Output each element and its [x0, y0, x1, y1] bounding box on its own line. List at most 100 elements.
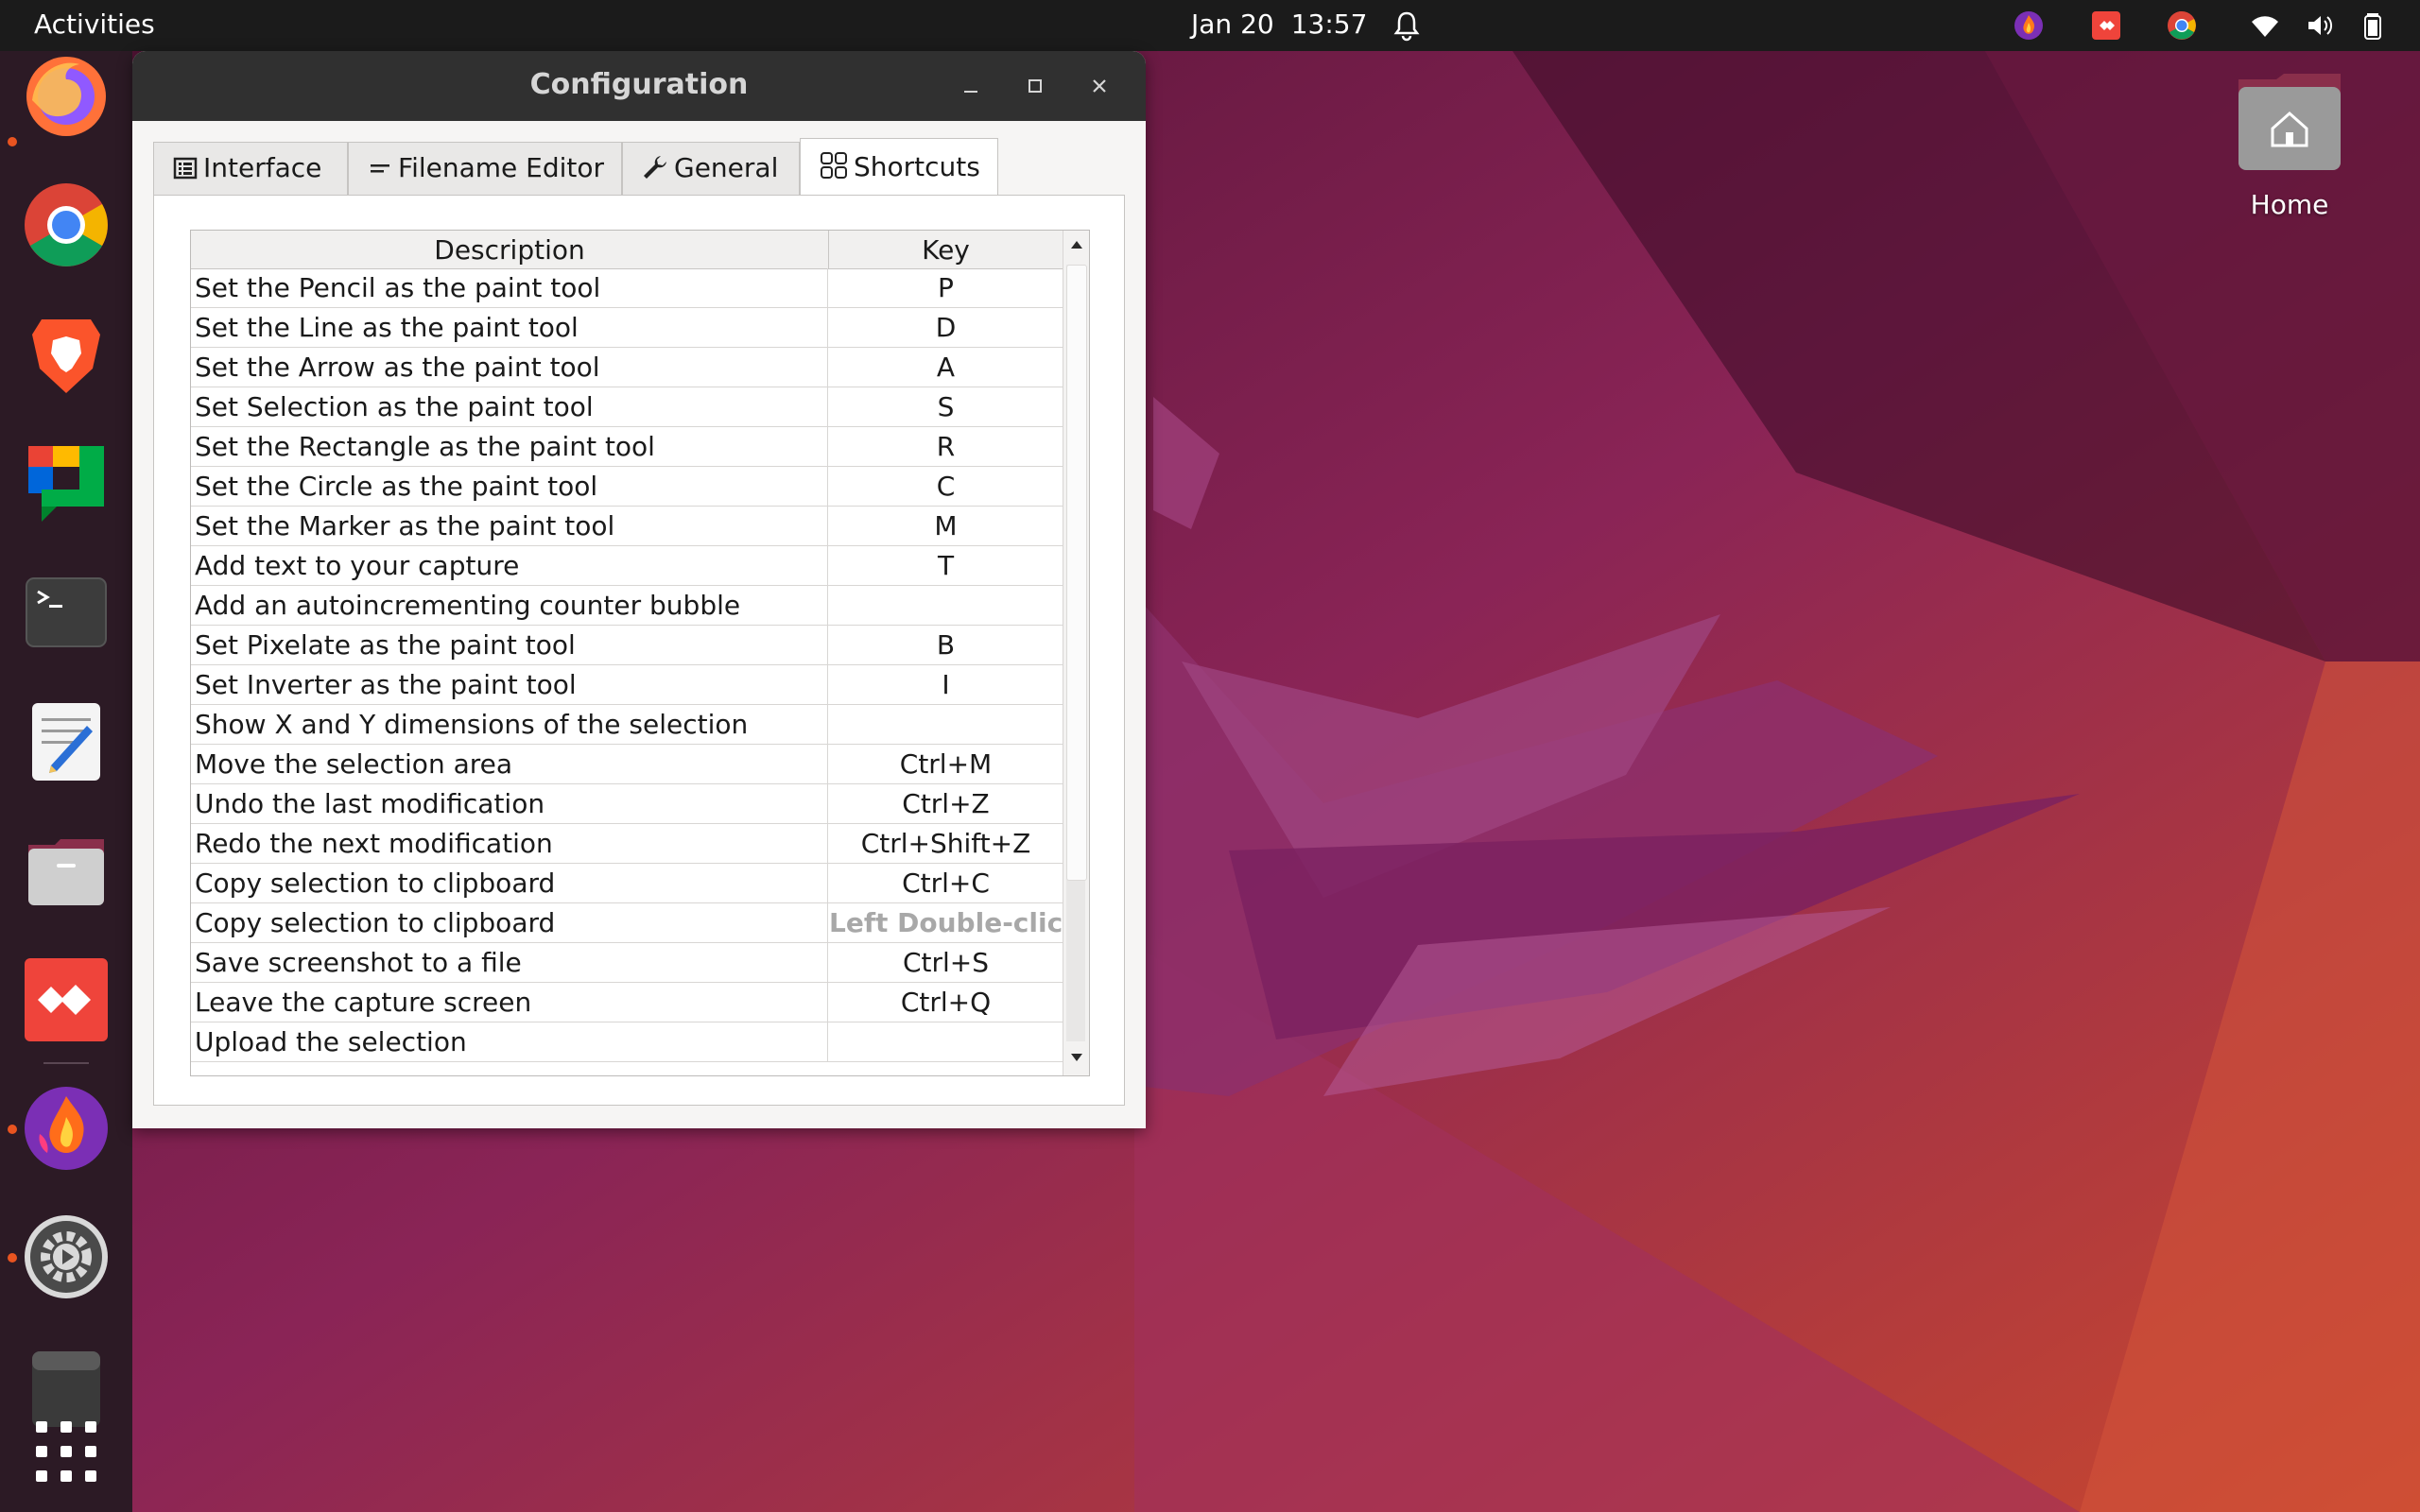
scrollbar-thumb[interactable] — [1066, 265, 1087, 881]
clock-time: 13:57 — [1290, 9, 1368, 40]
shortcut-key[interactable]: Ctrl+Z — [829, 784, 1063, 823]
shortcut-key[interactable]: B — [829, 626, 1063, 664]
title-bar[interactable]: Configuration — [132, 51, 1146, 121]
dock — [0, 51, 132, 1512]
shortcut-description: Set the Line as the paint tool — [191, 308, 828, 347]
scroll-up-arrow-icon[interactable] — [1069, 238, 1084, 251]
home-label[interactable]: Home — [2212, 189, 2367, 220]
table-row[interactable]: Set the Rectangle as the paint tool R — [191, 427, 1063, 467]
column-header-description[interactable]: Description — [191, 231, 829, 268]
shortcut-key[interactable]: Ctrl+C — [829, 864, 1063, 902]
app-grid-icon[interactable] — [23, 1408, 110, 1495]
minimize-icon[interactable] — [955, 70, 987, 102]
wrench-icon — [644, 156, 666, 179]
table-row[interactable]: Set the Arrow as the paint tool A — [191, 348, 1063, 387]
shortcut-description: Set Inverter as the paint tool — [191, 665, 828, 704]
table-row[interactable]: Add text to your capture T — [191, 546, 1063, 586]
table-row[interactable]: Move the selection area Ctrl+M — [191, 745, 1063, 784]
tab-general[interactable]: General — [622, 142, 800, 195]
shortcut-key[interactable]: M — [829, 507, 1063, 545]
firefox-icon[interactable] — [23, 53, 110, 140]
tab-shortcuts[interactable]: Shortcuts — [800, 138, 998, 195]
tab-interface[interactable]: Interface — [153, 142, 348, 195]
shortcut-description: Set the Marker as the paint tool — [191, 507, 828, 545]
window-title: Configuration — [529, 68, 749, 101]
table-row[interactable]: Save screenshot to a file Ctrl+S — [191, 943, 1063, 983]
shortcut-description: Move the selection area — [191, 745, 828, 783]
shortcut-description: Upload the selection — [191, 1022, 828, 1061]
table-row[interactable]: Set Pixelate as the paint tool B — [191, 626, 1063, 665]
shortcut-key[interactable]: P — [829, 268, 1063, 307]
shortcut-key[interactable]: Ctrl+Q — [829, 983, 1063, 1022]
table-row[interactable]: Set the Pencil as the paint tool P — [191, 268, 1063, 308]
chrome-tray-icon[interactable] — [2167, 10, 2197, 41]
shortcut-description: Add text to your capture — [191, 546, 828, 585]
terminal-icon[interactable] — [23, 569, 110, 656]
anydesk-icon[interactable] — [23, 956, 110, 1043]
shortcut-description: Leave the capture screen — [191, 983, 828, 1022]
scroll-down-arrow-icon[interactable] — [1069, 1051, 1084, 1064]
interface-icon — [173, 157, 198, 180]
table-row[interactable]: Add an autoincrementing counter bubble — [191, 586, 1063, 626]
table-row[interactable]: Redo the next modification Ctrl+Shift+Z — [191, 824, 1063, 864]
clock[interactable]: Jan 20 13:57 — [1191, 9, 1384, 40]
shortcut-key[interactable]: S — [829, 387, 1063, 426]
maximize-icon[interactable] — [1019, 70, 1051, 102]
bell-icon[interactable] — [1392, 9, 1422, 42]
filename-editor-icon — [371, 164, 389, 173]
shortcut-description: Save screenshot to a file — [191, 943, 828, 982]
google-chat-icon[interactable] — [23, 437, 110, 524]
table-row[interactable]: Set Inverter as the paint tool I — [191, 665, 1063, 705]
shortcut-key[interactable]: Ctrl+Shift+Z — [829, 824, 1063, 863]
shortcut-key[interactable]: I — [829, 665, 1063, 704]
shortcut-key[interactable]: T — [829, 546, 1063, 585]
shortcut-key[interactable]: Left Double-click — [829, 903, 1063, 942]
battery-icon[interactable] — [2358, 10, 2388, 41]
table-row[interactable]: Copy selection to clipboard Ctrl+C — [191, 864, 1063, 903]
activities-button[interactable]: Activities — [34, 9, 155, 40]
shortcut-key[interactable]: D — [829, 308, 1063, 347]
table-row[interactable]: Leave the capture screen Ctrl+Q — [191, 983, 1063, 1022]
shortcut-description: Set Pixelate as the paint tool — [191, 626, 828, 664]
shortcut-key[interactable]: Ctrl+M — [829, 745, 1063, 783]
settings-icon[interactable] — [23, 1213, 110, 1300]
shortcut-description: Redo the next modification — [191, 824, 828, 863]
table-row[interactable]: Set Selection as the paint tool S — [191, 387, 1063, 427]
text-editor-icon[interactable] — [23, 697, 110, 784]
brave-icon[interactable] — [23, 310, 110, 397]
shortcut-description: Copy selection to clipboard — [191, 903, 828, 942]
flameshot-icon[interactable] — [23, 1085, 110, 1172]
close-icon[interactable] — [1083, 70, 1115, 102]
wifi-icon[interactable] — [2250, 10, 2280, 41]
shortcut-description: Set the Rectangle as the paint tool — [191, 427, 828, 466]
shortcut-description: Add an autoincrementing counter bubble — [191, 586, 828, 625]
column-header-key[interactable]: Key — [829, 231, 1063, 268]
table-row[interactable]: Copy selection to clipboard Left Double-c… — [191, 903, 1063, 943]
table-row[interactable]: Set the Circle as the paint tool C — [191, 467, 1063, 507]
vertical-scrollbar[interactable] — [1063, 231, 1089, 1075]
shortcut-key[interactable]: C — [829, 467, 1063, 506]
table-row[interactable]: Undo the last modification Ctrl+Z — [191, 784, 1063, 824]
shortcut-key[interactable] — [829, 705, 1063, 744]
volume-icon[interactable] — [2305, 10, 2335, 41]
top-bar: Activities Jan 20 13:57 — [0, 0, 2420, 51]
tab-filename-editor[interactable]: Filename Editor — [348, 142, 622, 195]
table-row[interactable]: Set the Line as the paint tool D — [191, 308, 1063, 348]
table-row[interactable]: Upload the selection — [191, 1022, 1063, 1062]
chrome-icon[interactable] — [23, 181, 110, 268]
shortcut-key[interactable]: A — [829, 348, 1063, 387]
shortcuts-pane: Description Key Set the Pencil as the pa… — [153, 195, 1125, 1106]
home-folder-icon[interactable] — [2235, 70, 2344, 176]
anydesk-tray-icon[interactable] — [2091, 10, 2121, 41]
shortcut-key[interactable]: R — [829, 427, 1063, 466]
shortcut-key[interactable] — [829, 586, 1063, 625]
running-indicator — [8, 137, 17, 146]
files-icon[interactable] — [23, 826, 110, 913]
shortcut-key[interactable]: Ctrl+S — [829, 943, 1063, 982]
flameshot-tray-icon[interactable] — [2014, 10, 2044, 41]
shortcut-description: Copy selection to clipboard — [191, 864, 828, 902]
table-row[interactable]: Show X and Y dimensions of the selection — [191, 705, 1063, 745]
table-row[interactable]: Set the Marker as the paint tool M — [191, 507, 1063, 546]
shortcut-key[interactable] — [829, 1022, 1063, 1061]
tab-filename-editor-label: Filename Editor — [398, 152, 605, 183]
